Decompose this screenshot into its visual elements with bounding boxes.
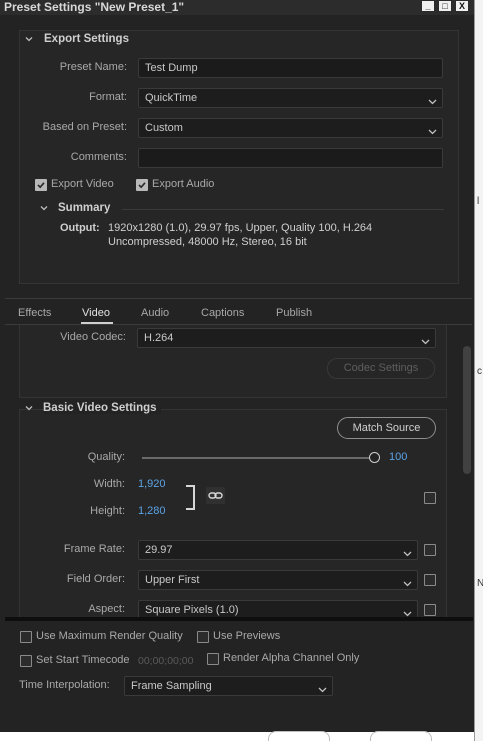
background-mark-3: N	[477, 578, 483, 589]
use-previews-checkbox[interactable]	[197, 631, 209, 643]
based-on-preset-value: Custom	[145, 122, 183, 134]
render-alpha-label: Render Alpha Channel Only	[223, 652, 360, 664]
aspect-value: Square Pixels (1.0)	[145, 604, 239, 616]
background-mark-1: l	[477, 196, 480, 207]
based-on-preset-dropdown[interactable]: Custom	[138, 118, 443, 138]
tab-publish[interactable]: Publish	[276, 307, 312, 319]
tab-captions[interactable]: Captions	[201, 307, 244, 319]
chevron-down-icon	[318, 682, 327, 700]
field-order-label: Field Order:	[66, 573, 125, 585]
aspect-override-checkbox[interactable]	[424, 604, 436, 616]
frame-rate-value: 29.97	[145, 544, 173, 556]
section-divider	[5, 617, 473, 621]
tab-audio[interactable]: Audio	[141, 307, 169, 319]
video-codec-dropdown[interactable]: H.264	[137, 328, 436, 348]
output-line-1: 1920x1280 (1.0), 29.97 fps, Upper, Quali…	[108, 222, 373, 234]
height-value[interactable]: 1,280	[138, 505, 166, 517]
window-title: Preset Settings "New Preset_1"	[4, 0, 185, 14]
quality-value[interactable]: 100	[389, 451, 407, 463]
time-interpolation-label: Time Interpolation:	[19, 679, 110, 691]
tab-video[interactable]: Video	[82, 307, 110, 319]
time-interpolation-dropdown[interactable]: Frame Sampling	[124, 676, 333, 696]
chevron-down-icon[interactable]	[40, 204, 48, 212]
preset-name-field[interactable]: Test Dump	[138, 58, 443, 78]
maximize-button[interactable]: □	[438, 0, 452, 12]
export-audio-checkbox[interactable]	[136, 179, 148, 191]
preset-name-label: Preset Name:	[59, 61, 127, 73]
ok-button[interactable]	[268, 731, 330, 741]
chevron-down-icon	[428, 124, 437, 142]
match-source-button[interactable]: Match Source	[337, 417, 436, 439]
chevron-down-icon	[403, 546, 412, 564]
frame-rate-label: Frame Rate:	[63, 543, 125, 555]
render-alpha-checkbox[interactable]	[207, 653, 219, 665]
background-mark-2: c	[477, 366, 482, 377]
comments-label: Comments:	[70, 151, 127, 163]
chevron-down-icon[interactable]	[25, 404, 33, 412]
close-button[interactable]: X	[455, 0, 469, 12]
quality-label: Quality:	[87, 451, 125, 463]
max-render-quality-checkbox[interactable]	[20, 631, 32, 643]
dimension-override-checkbox[interactable]	[424, 492, 436, 504]
use-previews-label: Use Previews	[213, 630, 281, 642]
export-video-label: Export Video	[51, 178, 114, 190]
field-order-dropdown[interactable]: Upper First	[138, 570, 418, 590]
format-value: QuickTime	[145, 92, 198, 104]
format-dropdown[interactable]: QuickTime	[138, 88, 443, 108]
field-order-override-checkbox[interactable]	[424, 574, 436, 586]
aspect-label: Aspect:	[88, 603, 125, 615]
chevron-down-icon	[403, 576, 412, 594]
cancel-button[interactable]	[370, 731, 432, 741]
field-order-value: Upper First	[145, 574, 200, 586]
summary-title: Summary	[58, 202, 111, 214]
output-label: Output:	[60, 222, 100, 234]
quality-slider-thumb[interactable]	[369, 452, 380, 463]
scrollbar-thumb[interactable]	[463, 346, 471, 474]
comments-field[interactable]	[138, 148, 443, 168]
video-codec-label: Video Codec:	[60, 331, 126, 343]
frame-rate-override-checkbox[interactable]	[424, 544, 436, 556]
max-render-quality-label: Use Maximum Render Quality	[36, 630, 183, 642]
set-start-timecode-checkbox[interactable]	[20, 655, 32, 667]
width-label: Width:	[93, 478, 125, 490]
height-label: Height:	[90, 505, 125, 517]
quality-slider-fill	[142, 457, 374, 459]
basic-video-settings-title: Basic Video Settings	[43, 402, 161, 414]
summary-divider	[122, 209, 444, 210]
chevron-down-icon	[428, 94, 437, 112]
set-start-timecode-label: Set Start Timecode	[36, 654, 130, 666]
chevron-down-icon	[421, 334, 430, 352]
codec-settings-button[interactable]: Codec Settings	[327, 358, 435, 379]
based-on-preset-label: Based on Preset:	[42, 121, 127, 133]
output-line-2: Uncompressed, 48000 Hz, Stereo, 16 bit	[108, 236, 307, 248]
chevron-down-icon[interactable]	[25, 35, 33, 43]
export-audio-label: Export Audio	[152, 178, 215, 190]
time-interpolation-value: Frame Sampling	[131, 680, 212, 692]
video-codec-value: H.264	[144, 332, 174, 344]
frame-rate-dropdown[interactable]: 29.97	[138, 540, 418, 560]
minimize-button[interactable]: _	[421, 0, 435, 12]
width-value[interactable]: 1,920	[138, 478, 166, 490]
dimension-link-bracket	[186, 485, 195, 510]
tab-effects[interactable]: Effects	[18, 307, 51, 319]
tabs-top-divider	[5, 298, 472, 299]
export-settings-title: Export Settings	[44, 33, 129, 45]
start-timecode-value[interactable]: 00;00;00;00	[138, 655, 193, 667]
format-label: Format:	[89, 91, 127, 103]
export-video-checkbox[interactable]	[35, 179, 47, 191]
chain-link-icon[interactable]	[206, 487, 225, 504]
